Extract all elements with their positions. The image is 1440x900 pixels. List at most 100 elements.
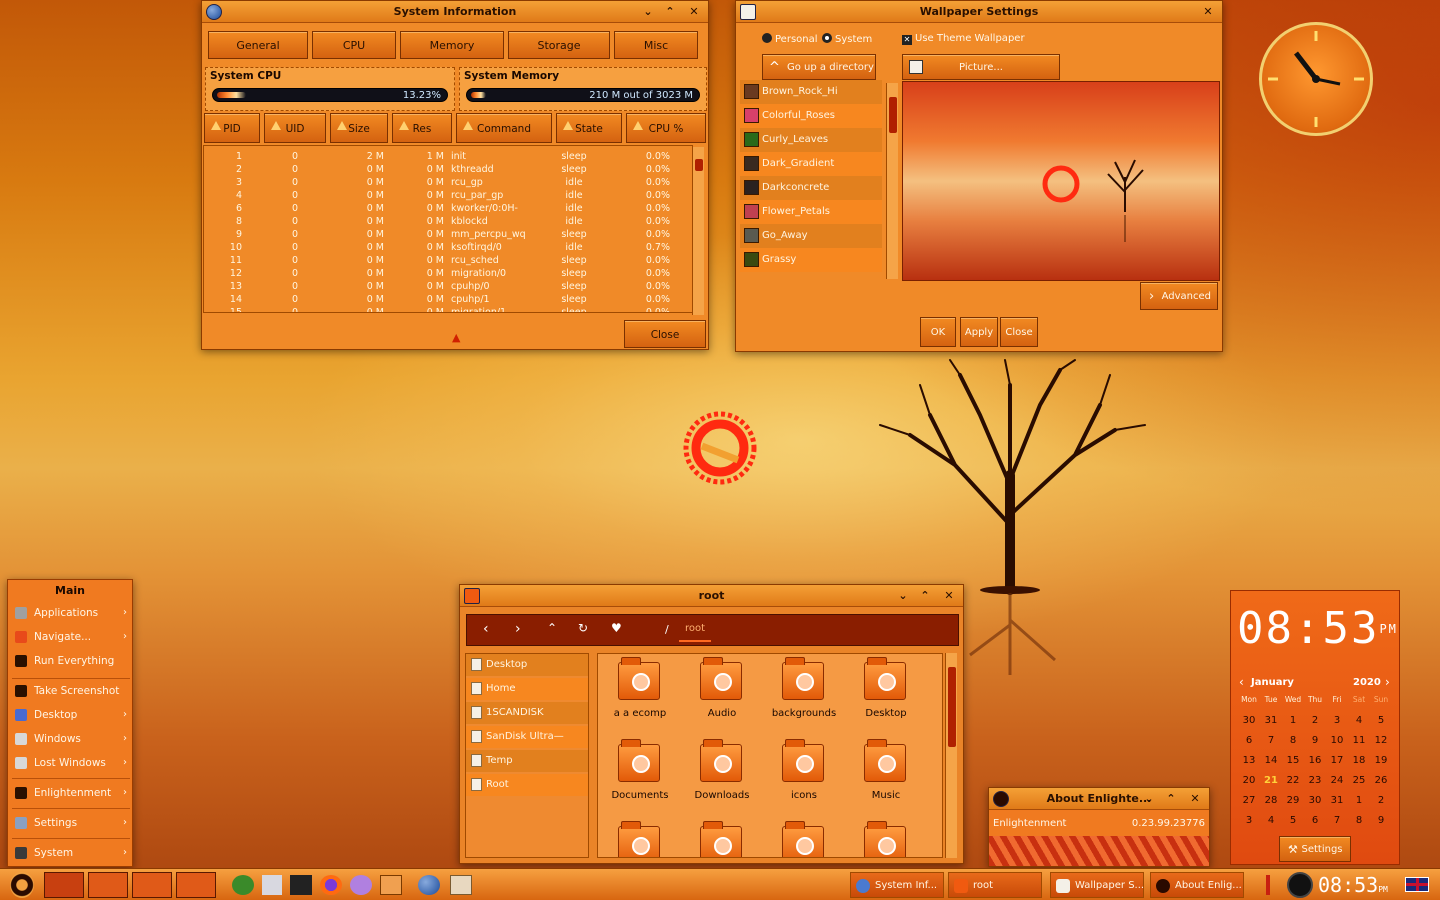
calendar-day-today[interactable]: 21 bbox=[1260, 775, 1282, 786]
menu-item-desktop[interactable]: Desktop › bbox=[8, 704, 133, 726]
calendar-day[interactable]: 13 bbox=[1238, 755, 1260, 766]
close-icon[interactable]: ✕ bbox=[1200, 4, 1216, 20]
places-sidebar[interactable]: Desktop Home 1SCANDISK SanDisk Ultra— 58...… bbox=[465, 653, 589, 858]
calendar-day[interactable]: 9 bbox=[1304, 735, 1326, 746]
calendar-day[interactable]: 19 bbox=[1370, 755, 1392, 766]
calendar-day[interactable]: 8 bbox=[1348, 815, 1370, 826]
file-item[interactable] bbox=[680, 818, 764, 857]
calendar-day[interactable]: 14 bbox=[1260, 755, 1282, 766]
calendar-day[interactable]: 12 bbox=[1370, 735, 1392, 746]
up-icon[interactable]: ⌃ bbox=[547, 621, 557, 635]
desktop-pager-2[interactable] bbox=[88, 872, 128, 898]
calendar-day[interactable]: 15 bbox=[1282, 755, 1304, 766]
tab-general[interactable]: General bbox=[208, 31, 308, 59]
process-list-scrollbar[interactable] bbox=[692, 147, 704, 315]
tab-cpu[interactable]: CPU bbox=[312, 31, 396, 59]
calendar-day[interactable]: 29 bbox=[1282, 795, 1304, 806]
table-row[interactable]: 8 0 0 M 0 M kblockd idle 0.0% bbox=[204, 215, 692, 228]
calendar-day[interactable]: 1 bbox=[1282, 715, 1304, 726]
menu-item-system[interactable]: System › bbox=[8, 842, 133, 864]
advanced-button[interactable]: › Advanced bbox=[1140, 282, 1218, 310]
maximize-icon[interactable]: ⌃ bbox=[662, 4, 678, 20]
calendar-day[interactable]: 5 bbox=[1282, 815, 1304, 826]
calendar-day[interactable]: 1 bbox=[1348, 795, 1370, 806]
table-row[interactable]: 10 0 0 M 0 M ksoftirqd/0 idle 0.7% bbox=[204, 241, 692, 254]
calendar-day[interactable]: 8 bbox=[1282, 735, 1304, 746]
menu-item-lost-windows[interactable]: Lost Windows › bbox=[8, 752, 133, 774]
analog-clock[interactable] bbox=[1259, 22, 1373, 136]
mixer-knob-icon[interactable] bbox=[1287, 872, 1313, 898]
list-item[interactable]: Flower_Petals bbox=[740, 200, 882, 224]
calendar-day[interactable]: 2 bbox=[1304, 715, 1326, 726]
clock-calendar-gadget[interactable]: 08:53PM ‹ January 2020 › Mon Tue Wed Thu Fri… bbox=[1230, 590, 1400, 865]
column-state[interactable]: State bbox=[556, 113, 622, 143]
file-item[interactable]: icons bbox=[762, 736, 846, 812]
place-item[interactable]: Root bbox=[466, 774, 588, 796]
table-row[interactable]: 11 0 0 M 0 M rcu_sched sleep 0.0% bbox=[204, 254, 692, 267]
menu-item-settings[interactable]: Settings › bbox=[8, 812, 133, 834]
taskbar-clock[interactable]: 08:53PM bbox=[1318, 872, 1388, 900]
calendar-day[interactable]: 11 bbox=[1348, 735, 1370, 746]
terminal-icon[interactable] bbox=[290, 875, 312, 895]
table-row[interactable]: 6 0 0 M 0 M kworker/0:0H-idle 0.0% bbox=[204, 202, 692, 215]
calendar-day[interactable]: 3 bbox=[1238, 815, 1260, 826]
tab-storage[interactable]: Storage bbox=[508, 31, 610, 59]
minimize-icon[interactable]: ⌄ bbox=[640, 4, 656, 20]
list-item[interactable]: Go_Away bbox=[740, 224, 882, 248]
close-icon[interactable]: ✕ bbox=[941, 588, 957, 604]
prev-month-icon[interactable]: ‹ bbox=[1239, 675, 1244, 689]
calendar-day[interactable]: 20 bbox=[1238, 775, 1260, 786]
file-item[interactable]: a a ecomp bbox=[598, 654, 682, 730]
go-up-directory-button[interactable]: ^ Go up a directory bbox=[762, 54, 876, 80]
file-item[interactable]: Audio bbox=[680, 654, 764, 730]
favorite-icon[interactable]: ♥ bbox=[611, 621, 622, 635]
picture-button[interactable]: Picture... bbox=[902, 54, 1060, 80]
calendar-day[interactable]: 31 bbox=[1326, 795, 1348, 806]
minimize-icon[interactable]: ⌄ bbox=[1141, 791, 1157, 807]
calendar-day[interactable]: 24 bbox=[1326, 775, 1348, 786]
close-icon[interactable]: ✕ bbox=[1187, 791, 1203, 807]
table-row[interactable]: 12 0 0 M 0 M migration/0 sleep 0.0% bbox=[204, 267, 692, 280]
task-root[interactable]: root bbox=[948, 872, 1042, 898]
calendar-day[interactable]: 17 bbox=[1326, 755, 1348, 766]
calendar-day[interactable]: 16 bbox=[1304, 755, 1326, 766]
file-manager-icon[interactable] bbox=[380, 875, 402, 895]
list-item[interactable]: Colorful_Roses bbox=[740, 104, 882, 128]
menu-item-take-screenshot[interactable]: Take Screenshot bbox=[8, 680, 133, 702]
calendar-day[interactable]: 3 bbox=[1326, 715, 1348, 726]
tab-misc[interactable]: Misc bbox=[614, 31, 698, 59]
close-button[interactable]: Close bbox=[1000, 317, 1038, 347]
task-about-enlightenment[interactable]: About Enlig... bbox=[1150, 872, 1244, 898]
breadcrumb-root[interactable]: root bbox=[679, 623, 712, 642]
desktop-pager-4[interactable] bbox=[176, 872, 216, 898]
package-icon[interactable] bbox=[262, 875, 282, 895]
calendar-day[interactable]: 7 bbox=[1260, 735, 1282, 746]
calendar-day[interactable]: 28 bbox=[1260, 795, 1282, 806]
menu-item-navigate[interactable]: Navigate... › bbox=[8, 626, 133, 648]
globe-icon[interactable] bbox=[418, 875, 440, 895]
place-item[interactable]: Home bbox=[466, 678, 588, 700]
calendar-day[interactable]: 4 bbox=[1260, 815, 1282, 826]
calendar-day[interactable]: 22 bbox=[1282, 775, 1304, 786]
place-item[interactable]: SanDisk Ultra— 58.... bbox=[466, 726, 588, 764]
system-radio[interactable]: System bbox=[822, 33, 872, 45]
calendar-day[interactable]: 25 bbox=[1348, 775, 1370, 786]
calendar-day[interactable]: 9 bbox=[1370, 815, 1392, 826]
file-grid-scrollbar[interactable] bbox=[945, 653, 957, 858]
desktop-pager-1[interactable] bbox=[44, 872, 84, 898]
file-item[interactable]: Downloads bbox=[680, 736, 764, 812]
forward-icon[interactable]: › bbox=[515, 621, 521, 637]
about-enlightenment-window[interactable]: About Enlighte... ⌄ ⌃ ✕ Enlightenment 0.… bbox=[988, 787, 1210, 867]
menu-item-applications[interactable]: Applications › bbox=[8, 602, 133, 624]
chat-icon[interactable] bbox=[350, 875, 372, 895]
calendar-day[interactable]: 2 bbox=[1370, 795, 1392, 806]
table-row[interactable]: 4 0 0 M 0 M rcu_par_gp idle 0.0% bbox=[204, 189, 692, 202]
close-icon[interactable]: ✕ bbox=[686, 4, 702, 20]
calendar-day[interactable]: 26 bbox=[1370, 775, 1392, 786]
calendar-day[interactable]: 30 bbox=[1238, 715, 1260, 726]
process-list[interactable]: 102 M1 Minit sleep 0.0% 2 0 0 M0 Mkthreadd sle… bbox=[203, 145, 693, 313]
calendar-day[interactable]: 27 bbox=[1238, 795, 1260, 806]
list-item[interactable]: Darkconcrete bbox=[740, 176, 882, 200]
calendar-settings-button[interactable]: ⚒ Settings bbox=[1279, 836, 1351, 862]
column-cpu-percent[interactable]: CPU % bbox=[626, 113, 706, 143]
